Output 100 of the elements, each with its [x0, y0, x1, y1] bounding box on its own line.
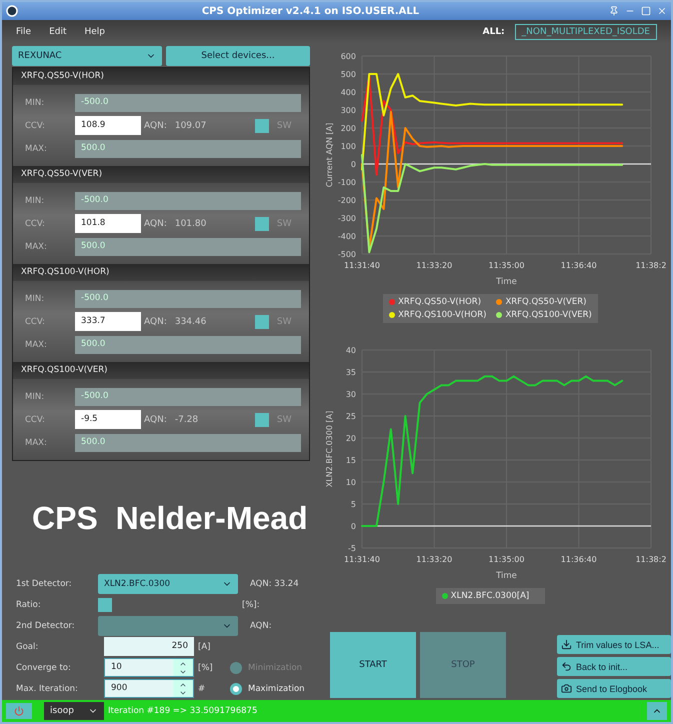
device-header: XRFQ.QS100-V(HOR) [13, 264, 309, 281]
legend-item: XRFQ.QS50-V(VER) [496, 297, 592, 307]
tick-label: -300 [338, 214, 356, 223]
tick-label: 5 [350, 500, 356, 509]
user-label: ALL: [482, 27, 505, 37]
field-label: MIN: [25, 294, 46, 304]
legend-item: XRFQ.QS50-V(HOR) [389, 297, 486, 307]
field-label: 2nd Detector: [16, 620, 76, 630]
field-label: MIN: [25, 98, 46, 108]
tick-label: 10 [346, 478, 356, 487]
close-icon[interactable] [657, 6, 667, 16]
tick-label: 35 [346, 368, 356, 377]
start-button[interactable]: START [330, 632, 416, 698]
user-dropdown[interactable]: isoop [44, 702, 104, 720]
device-header: XRFQ.QS50-V(HOR) [13, 68, 309, 85]
field-label: MAX: [25, 340, 48, 350]
menu-item[interactable]: Edit [49, 27, 66, 37]
power-button[interactable] [6, 703, 32, 719]
field-label: MIN: [25, 392, 46, 402]
field-label: Max. Iteration: [16, 684, 79, 694]
aqn-reading: AQN: 33.24 [250, 578, 299, 588]
detector-dropdown[interactable] [98, 616, 238, 636]
tick-label: 11:38:2 [636, 555, 666, 564]
tick-label: 200 [340, 124, 356, 133]
side-button[interactable]: Back to init... [557, 657, 671, 676]
download-icon [561, 639, 572, 650]
aqn-label: AQN: [144, 414, 167, 424]
detector-dropdown[interactable]: XLN2.BFC.0300 [98, 574, 238, 594]
aqn-label: AQN: [144, 316, 167, 326]
aqn-value: 334.46 [174, 316, 208, 326]
device-header: XRFQ.QS100-V(VER) [13, 362, 309, 379]
limit-field: -500.0 [75, 388, 301, 406]
sw-checkbox[interactable] [254, 118, 269, 132]
aqn-value: 101.80 [174, 218, 208, 228]
aqn-value: -7.28 [174, 414, 200, 424]
ratio-checkbox[interactable] [98, 598, 112, 612]
tick-label: 15 [346, 456, 356, 465]
field-label: CCV: [25, 414, 46, 424]
goal-field[interactable]: 250 [104, 637, 194, 656]
field-label: CCV: [25, 316, 46, 326]
unit-label: [A] [198, 642, 210, 652]
tick-label: 400 [340, 88, 356, 97]
tick-label: 600 [340, 52, 356, 61]
user-field[interactable]: _NON_MULTIPLEXED_ISOLDE [514, 24, 657, 40]
aqn-label: AQN: [144, 120, 167, 130]
sw-checkbox[interactable] [254, 314, 269, 328]
tick-label: 11:35:00 [488, 555, 524, 564]
limit-field: 500.0 [75, 140, 301, 158]
legend-item: XRFQ.QS100-V(HOR) [389, 310, 486, 320]
tick-label: 30 [346, 390, 356, 399]
select-devices-button[interactable]: Select devices... [166, 46, 310, 66]
tick-label: 25 [346, 412, 356, 421]
unit-label: # [198, 684, 206, 694]
field-label: Converge to: [16, 662, 72, 672]
ccv-field[interactable]: 108.9 [75, 116, 141, 135]
device-header: XRFQ.QS50-V(VER) [13, 166, 309, 183]
field-label: MAX: [25, 242, 48, 252]
legend-item: XLN2.BFC.0300[A] [442, 591, 530, 601]
converge-spinner[interactable]: 10 [104, 658, 194, 677]
ccv-field[interactable]: 333.7 [75, 312, 141, 331]
device-dropdown[interactable]: REXUNAC [12, 46, 162, 66]
ccv-field[interactable]: -9.5 [75, 410, 141, 429]
pin-icon[interactable] [609, 6, 619, 16]
aqn-reading: AQN: [250, 620, 272, 630]
limit-field: 500.0 [75, 434, 301, 452]
tick-label: -500 [338, 250, 356, 259]
axis-label: Time [496, 571, 517, 581]
field-label: CCV: [25, 120, 46, 130]
tick-label: -200 [338, 196, 356, 205]
side-button[interactable]: Trim values to LSA... [557, 635, 671, 654]
tick-label: 0 [350, 522, 356, 531]
axis-label: Current AQN [A] [325, 122, 334, 188]
tick-label: 11:36:40 [560, 261, 597, 270]
sw-checkbox[interactable] [254, 216, 269, 230]
tick-label: 11:38:2 [636, 261, 666, 270]
tick-label: -400 [338, 232, 356, 241]
caption: CPS Nelder-Mead [32, 500, 308, 537]
field-label: CCV: [25, 218, 46, 228]
tick-label: -100 [338, 178, 356, 187]
aqn-label: AQN: [144, 218, 167, 228]
radio-option[interactable]: Maximization [230, 682, 310, 694]
expand-button[interactable] [647, 702, 667, 720]
aqn-value: 109.07 [174, 120, 208, 130]
unit-label: [%] [198, 662, 213, 672]
menu-item[interactable]: Help [84, 27, 106, 37]
tick-label: 11:31:40 [344, 555, 380, 564]
tick-label: 100 [340, 142, 356, 151]
tick-label: 11:33:20 [416, 261, 452, 270]
tick-label: 11:33:20 [416, 555, 452, 564]
menu-item[interactable]: File [16, 27, 32, 37]
sw-checkbox[interactable] [254, 412, 269, 426]
side-button[interactable]: Send to Elogbook [557, 679, 671, 698]
limit-field: -500.0 [75, 192, 301, 210]
iteration-spinner[interactable]: 900 [104, 679, 194, 698]
maximize-icon[interactable] [641, 6, 651, 16]
field-label: Ratio: [16, 600, 42, 610]
tick-label: 11:36:40 [560, 555, 597, 564]
tick-label: 40 [346, 346, 356, 355]
ccv-field[interactable]: 101.8 [75, 214, 141, 233]
back-arrow-icon [561, 661, 572, 672]
